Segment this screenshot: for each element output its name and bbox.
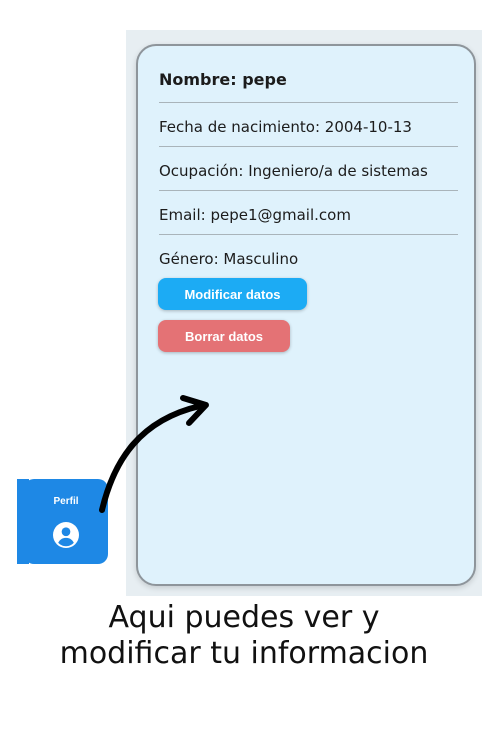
divider: [159, 102, 458, 103]
pointer-arrow-icon: [99, 395, 209, 513]
profile-name: Nombre: pepe: [159, 70, 287, 89]
account-circle-icon: [53, 522, 79, 548]
delete-data-button[interactable]: Borrar datos: [158, 320, 290, 352]
divider: [159, 146, 458, 147]
profile-occupation: Ocupación: Ingeniero/a de sistemas: [159, 162, 428, 180]
profile-birthdate: Fecha de nacimiento: 2004-10-13: [159, 118, 412, 136]
caption: Aqui puedes ver y modificar tu informaci…: [0, 600, 488, 672]
tutorial-slide: Nombre: pepe Fecha de nacimiento: 2004-1…: [0, 0, 488, 732]
profile-email: Email: pepe1@gmail.com: [159, 206, 351, 224]
caption-line-2: modificar tu informacion: [59, 636, 429, 671]
divider: [159, 190, 458, 191]
profile-gender: Género: Masculino: [159, 250, 299, 268]
caption-line-1: Aqui puedes ver y: [108, 600, 380, 635]
modify-data-button[interactable]: Modificar datos: [158, 278, 307, 310]
divider: [159, 234, 458, 235]
